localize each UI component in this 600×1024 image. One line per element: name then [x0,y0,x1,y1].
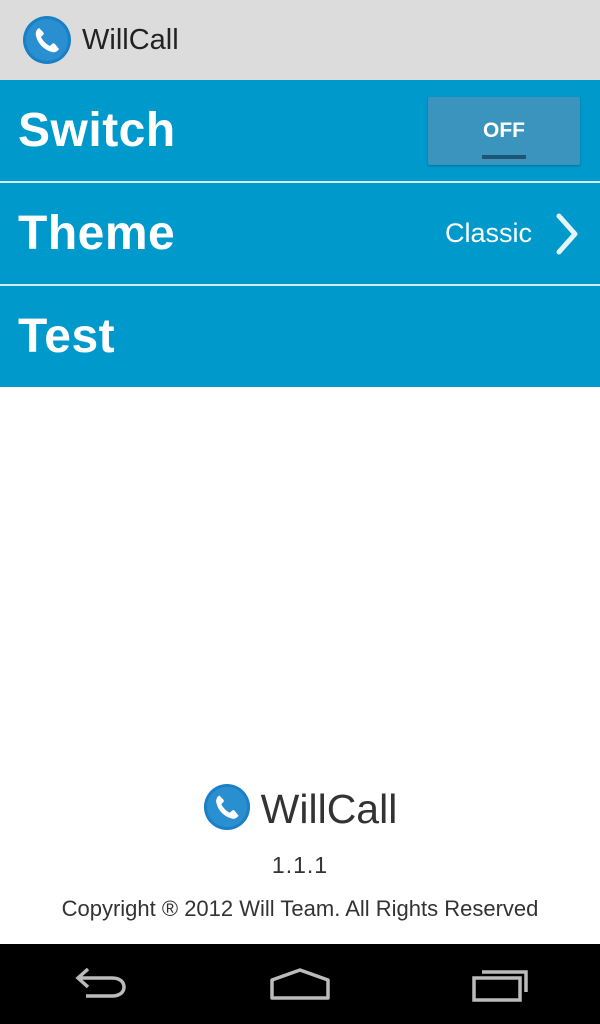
copyright-text: Copyright ® 2012 Will Team. All Rights R… [61,896,539,921]
system-nav-bar [0,944,600,1024]
toggle-indicator [482,154,526,159]
switch-toggle[interactable]: OFF [428,96,580,165]
footer-app-title: WillCall [260,785,398,832]
test-label: Test [18,310,116,363]
theme-row[interactable]: Theme Classic [0,183,600,284]
back-icon[interactable] [60,954,140,1014]
footer-brand: WillCall [0,783,600,836]
phone-icon [22,15,72,65]
home-icon[interactable] [260,954,340,1014]
test-row[interactable]: Test [0,286,600,387]
app-title: WillCall [82,23,179,56]
toggle-state-text: OFF [483,118,525,142]
about-footer: WillCall 1.1.1 Copyright ® 2012 Will Tea… [0,783,600,922]
recent-apps-icon[interactable] [460,954,540,1014]
version-text: 1.1.1 [271,852,329,878]
switch-label: Switch [18,104,176,157]
theme-label: Theme [18,207,176,260]
action-bar: WillCall [0,0,600,80]
settings-list: Switch OFF Theme Classic Test [0,80,600,387]
theme-value-group: Classic [445,212,580,256]
switch-row[interactable]: Switch OFF [0,80,600,181]
phone-icon [203,783,251,836]
theme-value: Classic [444,218,532,248]
chevron-right-icon [554,212,580,256]
